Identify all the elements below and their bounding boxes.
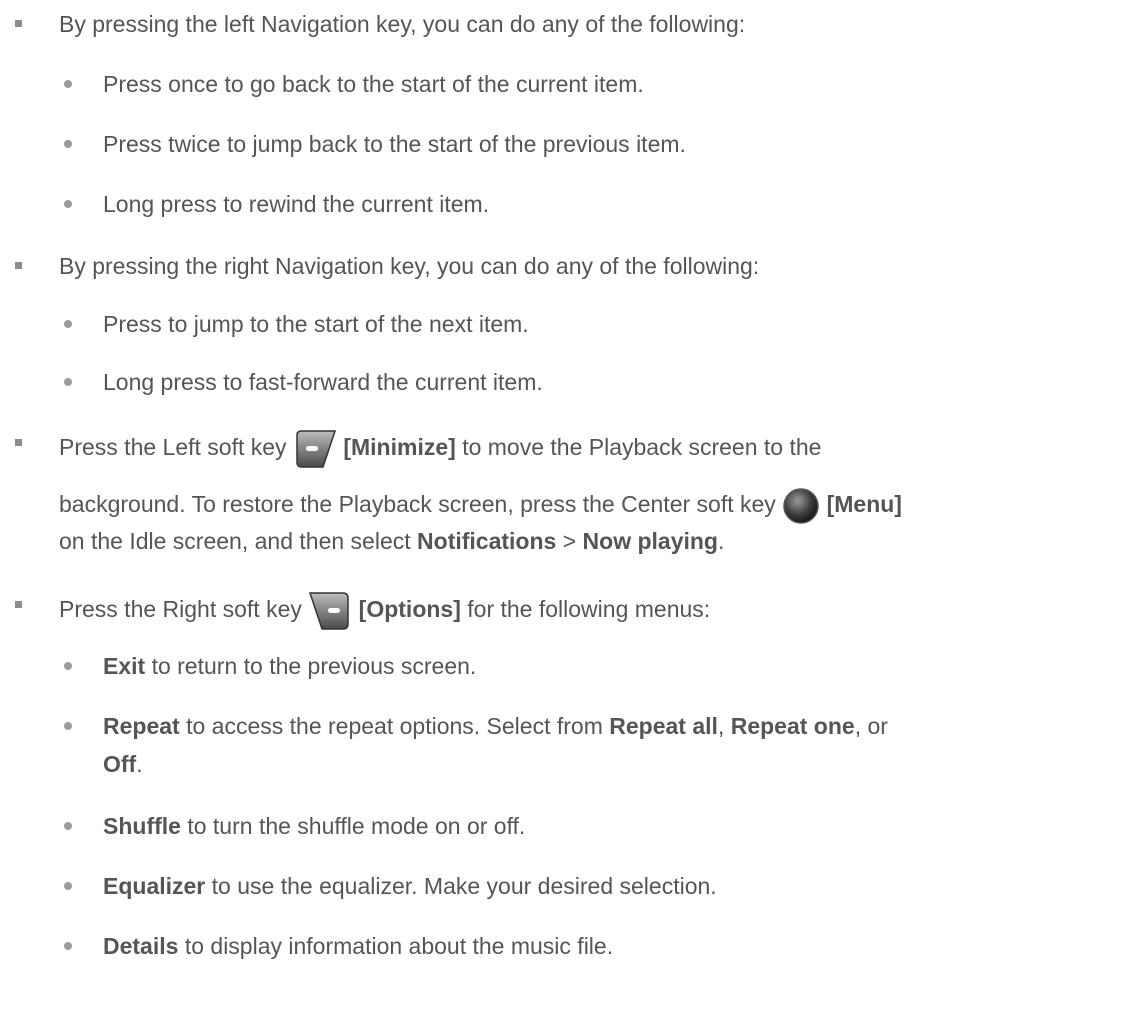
text: to access the repeat options. Select fro…	[186, 713, 603, 739]
text: , or	[854, 713, 888, 739]
text: to return to the previous screen.	[151, 653, 477, 679]
text: to display information about the music f…	[184, 933, 614, 959]
square-bullet-icon	[15, 439, 22, 446]
round-bullet-icon	[64, 140, 72, 148]
list-item: Equalizer to use the equalizer. Make you…	[103, 872, 717, 900]
menu-label: [Menu]	[826, 491, 902, 518]
shuffle-label: Shuffle	[103, 813, 181, 839]
round-bullet-icon	[64, 200, 72, 208]
list-item: Exit to return to the previous screen.	[103, 652, 476, 680]
repeat-label: Repeat	[103, 713, 180, 739]
text: to use the equalizer. Make your desired …	[211, 873, 717, 899]
list-item: Details to display information about the…	[103, 932, 613, 960]
notifications-label: Notifications	[417, 528, 557, 554]
text: to turn the shuffle mode on or off.	[187, 813, 526, 839]
list-item: Shuffle to turn the shuffle mode on or o…	[103, 812, 525, 840]
separator: >	[562, 528, 577, 554]
list-item: Long press to fast-forward the current i…	[103, 369, 543, 395]
text: for the following menus:	[467, 596, 711, 623]
right-soft-key-icon	[309, 592, 350, 630]
comma: ,	[717, 713, 725, 739]
text: on the Idle screen, and then select	[59, 528, 411, 554]
now-playing-label: Now playing	[582, 528, 718, 554]
text: to move the Playback screen to the	[462, 434, 822, 461]
round-bullet-icon	[64, 882, 72, 890]
list-item: Press once to go back to the start of th…	[103, 71, 644, 97]
repeat-one-label: Repeat one	[730, 713, 855, 739]
text: Press the Right soft key	[59, 596, 302, 623]
round-bullet-icon	[64, 378, 72, 386]
list-item: Long press to rewind the current item.	[103, 191, 490, 217]
list-item-continuation: Off.	[103, 750, 143, 778]
equalizer-label: Equalizer	[103, 873, 206, 899]
list-item: By pressing the left Navigation key, you…	[59, 11, 746, 37]
round-bullet-icon	[64, 80, 72, 88]
square-bullet-icon	[15, 20, 22, 27]
list-item: Press the Left soft key [Minimize] to mo…	[59, 429, 821, 469]
options-label: [Options]	[358, 596, 461, 623]
list-item: By pressing the right Navigation key, yo…	[59, 253, 760, 279]
round-bullet-icon	[64, 320, 72, 328]
square-bullet-icon	[15, 262, 22, 269]
list-item: Press to jump to the start of the next i…	[103, 311, 529, 337]
repeat-all-label: Repeat all	[609, 713, 718, 739]
period: .	[717, 528, 725, 554]
center-soft-key-icon	[783, 488, 819, 524]
round-bullet-icon	[64, 942, 72, 950]
list-item-continuation: background. To restore the Playback scre…	[59, 487, 902, 525]
text: Press the Left soft key	[59, 434, 287, 461]
minimize-label: [Minimize]	[343, 434, 456, 461]
period: .	[136, 751, 143, 777]
text: background. To restore the Playback scre…	[59, 491, 776, 518]
list-item-continuation: on the Idle screen, and then select Noti…	[59, 527, 724, 555]
off-label: Off	[103, 751, 137, 777]
list-item: Press twice to jump back to the start of…	[103, 131, 686, 157]
list-item: Repeat to access the repeat options. Sel…	[103, 712, 888, 740]
round-bullet-icon	[64, 722, 72, 730]
exit-label: Exit	[103, 653, 146, 679]
details-label: Details	[103, 933, 179, 959]
square-bullet-icon	[15, 601, 22, 608]
round-bullet-icon	[64, 822, 72, 830]
left-soft-key-icon	[296, 430, 336, 468]
round-bullet-icon	[64, 662, 72, 670]
list-item: Press the Right soft key [Options] for t…	[59, 591, 710, 631]
